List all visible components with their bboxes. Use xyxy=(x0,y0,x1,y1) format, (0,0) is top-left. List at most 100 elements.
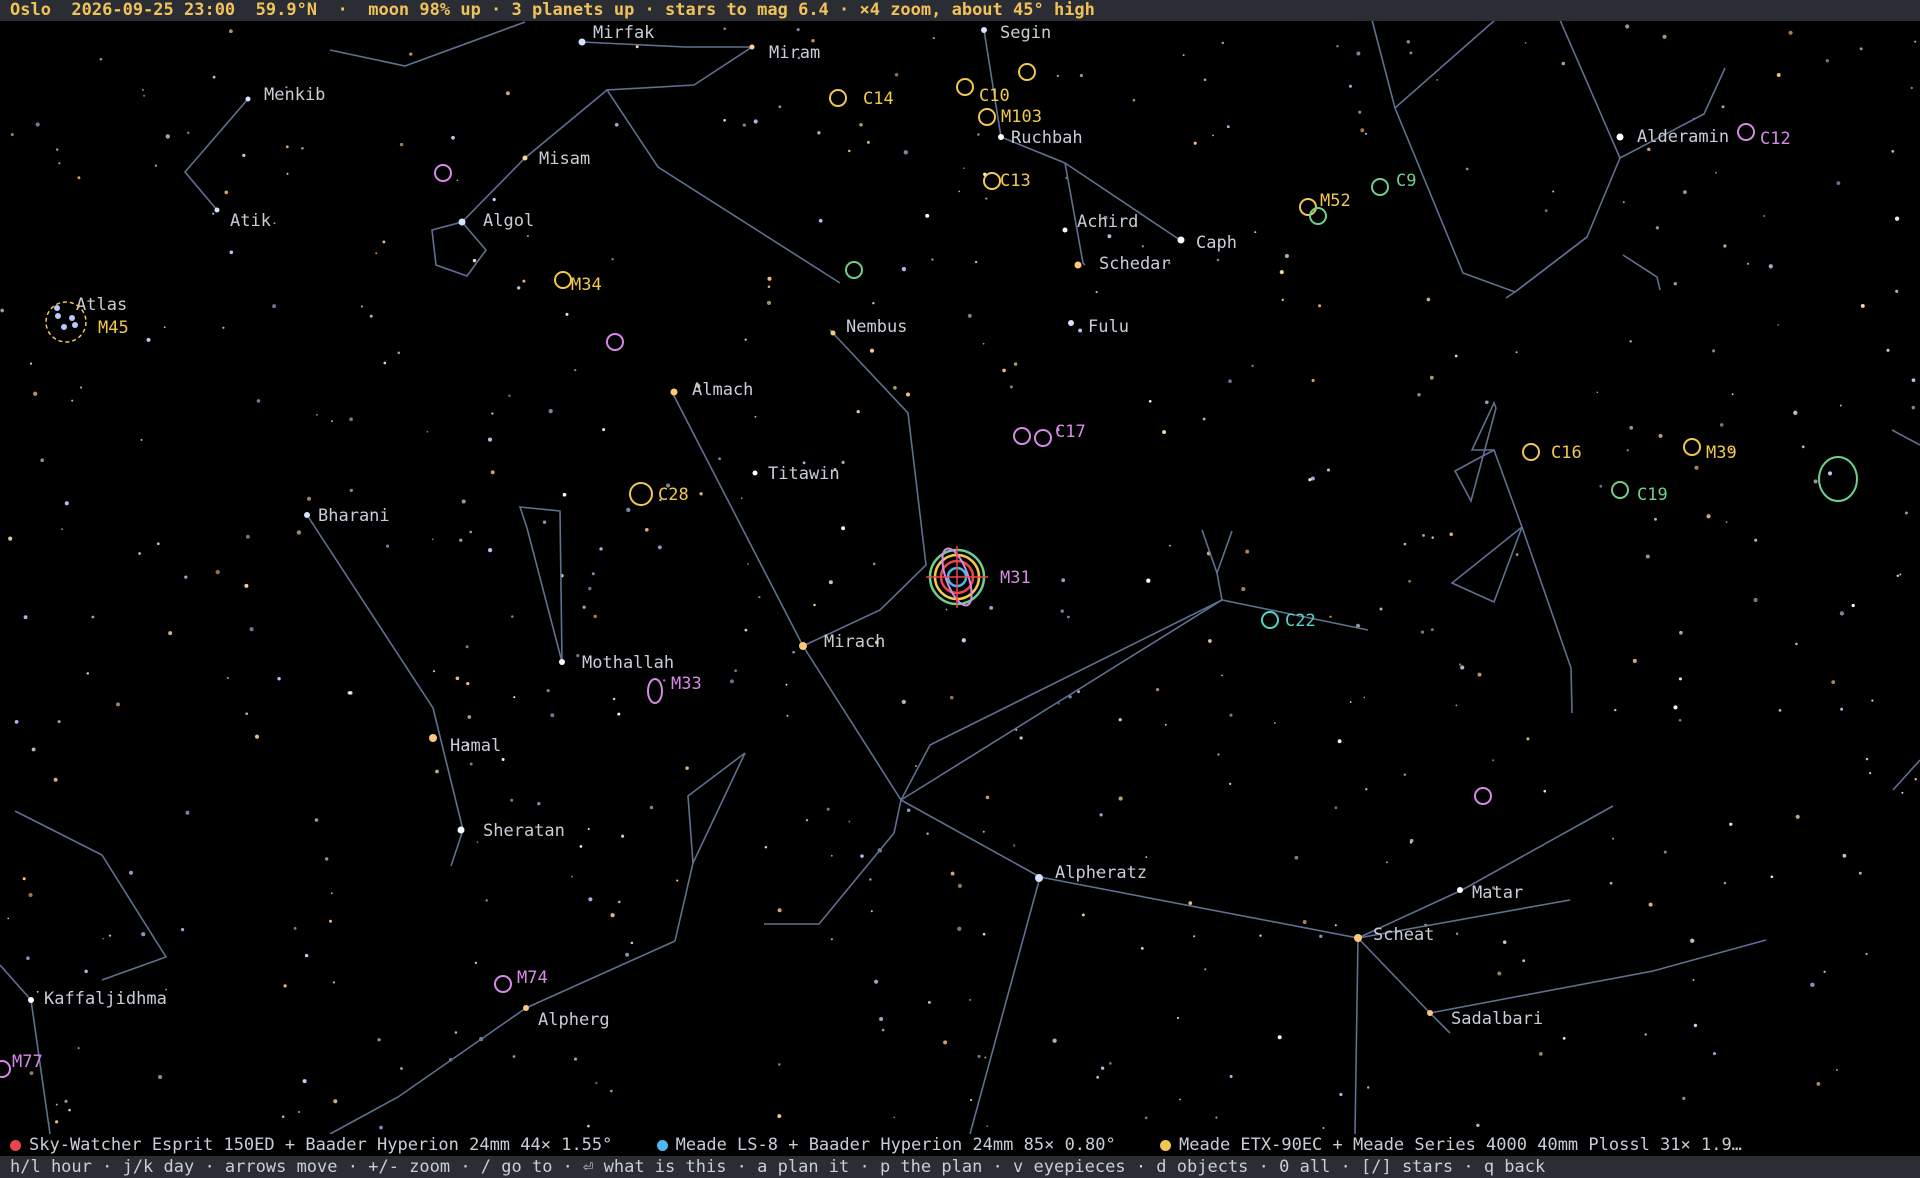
star-alpheratz[interactable] xyxy=(1035,874,1043,882)
field-star xyxy=(1497,971,1502,976)
field-star xyxy=(915,765,917,767)
field-star xyxy=(360,305,363,308)
star-scheat[interactable] xyxy=(1354,934,1362,942)
field-star xyxy=(1693,1023,1698,1028)
star-hamal[interactable] xyxy=(429,734,437,742)
dso-marker[interactable] xyxy=(1474,787,1492,805)
field-star xyxy=(1901,791,1904,794)
star-alderamin[interactable] xyxy=(1616,133,1624,141)
field-star xyxy=(630,941,634,945)
field-star xyxy=(1360,128,1365,133)
dso-marker-m77[interactable] xyxy=(0,1060,11,1078)
dso-marker-c12[interactable] xyxy=(1737,123,1755,141)
star-sheratan[interactable] xyxy=(457,826,465,834)
field-star xyxy=(1099,813,1103,817)
star-fulu[interactable] xyxy=(1068,320,1074,326)
dso-marker-c9[interactable] xyxy=(1371,178,1389,196)
field-star xyxy=(778,105,782,109)
star-almach[interactable] xyxy=(670,388,678,396)
dso-marker-c22[interactable] xyxy=(1261,611,1279,629)
field-star xyxy=(1895,289,1899,293)
field-star xyxy=(36,990,39,993)
field-star xyxy=(1644,1033,1647,1036)
star-mothallah[interactable] xyxy=(559,659,565,665)
cluster-star xyxy=(69,315,75,321)
field-star xyxy=(753,119,758,124)
field-star xyxy=(1356,51,1361,56)
dso-marker-c14[interactable] xyxy=(829,89,847,107)
star-caph[interactable] xyxy=(1177,236,1185,244)
field-star xyxy=(467,715,472,719)
dso-marker-m74[interactable] xyxy=(494,975,512,993)
dso-marker[interactable] xyxy=(1034,429,1052,447)
dso-label-c14: C14 xyxy=(863,89,894,109)
field-star xyxy=(1403,542,1407,546)
star-mirfak[interactable] xyxy=(578,38,586,46)
field-star xyxy=(588,897,593,902)
star-matar[interactable] xyxy=(1457,887,1463,893)
star-kaffaljidhma[interactable] xyxy=(28,997,34,1003)
field-star xyxy=(841,460,845,465)
dso-marker-c28[interactable] xyxy=(629,482,653,506)
field-star xyxy=(325,857,329,861)
field-star xyxy=(818,218,823,223)
star-misam[interactable] xyxy=(522,155,528,161)
dso-marker[interactable] xyxy=(434,164,452,182)
dso-label-c19: C19 xyxy=(1637,485,1668,505)
field-star xyxy=(985,197,988,200)
dso-marker[interactable] xyxy=(1818,456,1858,502)
field-star xyxy=(595,1082,598,1085)
scope-3[interactable]: Meade ETX-90EC + Meade Series 4000 40mm … xyxy=(1160,1134,1742,1156)
field-star xyxy=(146,337,151,342)
star-achird[interactable] xyxy=(1062,227,1068,233)
sky-chart[interactable]: MirfakMiramMenkibMisamAtik AlgolAtlasSegi… xyxy=(0,21,1920,1134)
scope-1[interactable]: Sky-Watcher Esprit 150ED + Baader Hyperi… xyxy=(10,1134,612,1156)
star-nembus[interactable] xyxy=(830,330,836,336)
field-star xyxy=(1561,61,1566,66)
field-star xyxy=(744,338,747,341)
star-mirach[interactable] xyxy=(799,642,807,650)
cluster-star xyxy=(55,313,61,319)
field-star xyxy=(1326,468,1331,472)
scope-2[interactable]: Meade LS-8 + Baader Hyperion 24mm 85× 0.… xyxy=(656,1134,1116,1156)
dso-marker[interactable] xyxy=(1309,207,1327,225)
field-star xyxy=(141,932,146,937)
dso-marker-m33[interactable] xyxy=(647,678,663,704)
dso-marker-c13[interactable] xyxy=(983,172,1001,190)
field-star xyxy=(513,696,516,699)
dso-marker-c10[interactable] xyxy=(956,78,974,96)
dso-marker-c16[interactable] xyxy=(1522,443,1540,461)
field-star xyxy=(901,266,907,272)
dso-marker-m34[interactable] xyxy=(554,271,572,289)
star-menkib[interactable] xyxy=(245,96,251,102)
dso-marker-c17[interactable] xyxy=(1013,427,1031,445)
field-star xyxy=(522,279,526,283)
dso-marker-m103[interactable] xyxy=(978,108,996,126)
star-atik[interactable] xyxy=(214,207,220,213)
field-star xyxy=(56,148,59,151)
field-star xyxy=(10,133,14,136)
field-star xyxy=(805,818,809,822)
star-algol[interactable] xyxy=(458,218,466,226)
star-segin[interactable] xyxy=(981,27,987,33)
star-ruchbah[interactable] xyxy=(998,134,1004,140)
star-miram[interactable] xyxy=(749,44,755,50)
field-star xyxy=(635,45,639,49)
star-bharani[interactable] xyxy=(304,512,310,518)
star-schedar[interactable] xyxy=(1074,261,1082,269)
field-star xyxy=(71,399,74,402)
dso-marker[interactable] xyxy=(845,261,863,279)
star-alpherg[interactable] xyxy=(523,1005,529,1011)
dso-marker-m52[interactable] xyxy=(1299,198,1317,216)
field-star xyxy=(1140,947,1144,950)
dso-marker[interactable] xyxy=(606,333,624,351)
star-sadalbari[interactable] xyxy=(1427,1010,1433,1016)
dso-marker-m39[interactable] xyxy=(1683,438,1701,456)
scope-3-label: Meade ETX-90EC + Meade Series 4000 40mm … xyxy=(1179,1135,1742,1155)
dso-marker[interactable] xyxy=(1018,63,1036,81)
field-star xyxy=(1319,934,1323,939)
field-star xyxy=(785,683,788,686)
field-star xyxy=(588,586,592,591)
dso-marker-c19[interactable] xyxy=(1611,481,1629,499)
star-titawin[interactable] xyxy=(752,470,758,476)
